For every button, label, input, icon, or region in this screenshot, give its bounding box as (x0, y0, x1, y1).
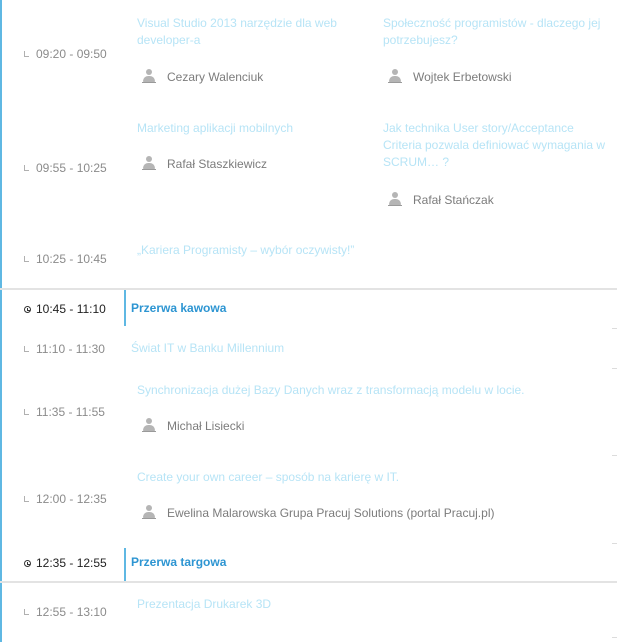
time-label: 12:55 - 13:10 (36, 605, 107, 619)
tick-icon (24, 51, 29, 57)
timeline-line (0, 0, 2, 642)
tick-icon (24, 496, 29, 502)
time-slot: 09:55 - 10:25 (24, 161, 124, 175)
session-title-link[interactable]: Prezentacja Drukarek 3D (137, 596, 437, 613)
speaker-name: Rafał Stańczak (413, 193, 494, 207)
time-label: 10:25 - 10:45 (36, 252, 107, 266)
divider (0, 581, 617, 583)
session-title-link[interactable]: Społeczność programistów - dlaczego jej … (383, 15, 608, 49)
divider (612, 543, 617, 544)
break-title: Przerwa targowa (131, 555, 227, 569)
session-title-link[interactable]: Synchronizacja dużej Bazy Danych wraz z … (137, 382, 597, 399)
time-slot: 12:55 - 13:10 (24, 605, 124, 619)
time-label: 09:55 - 10:25 (36, 161, 107, 175)
divider (612, 455, 617, 456)
speaker-name: Ewelina Malarowska Grupa Pracuj Solution… (167, 506, 495, 520)
person-icon (142, 505, 156, 519)
clock-icon (24, 560, 31, 567)
session-title-link[interactable]: „Kariera Programisty – wybór oczywisty!” (137, 242, 437, 259)
person-icon (388, 192, 402, 206)
person-icon (388, 69, 402, 83)
tick-icon (24, 609, 29, 615)
break-time: 10:45 - 11:10 (24, 302, 124, 316)
speaker-name: Michał Lisiecki (167, 419, 245, 433)
time-label: 11:10 - 11:30 (36, 342, 105, 356)
clock-icon (24, 306, 31, 313)
speaker-name: Rafał Staszkiewicz (167, 157, 268, 171)
speaker-name: Cezary Walenciuk (167, 70, 264, 84)
session-title-link[interactable]: Create your own career – sposób na karie… (137, 469, 537, 486)
time-slot: 11:10 - 11:30 (24, 342, 124, 356)
time-label: 11:35 - 11:55 (36, 405, 105, 419)
time-slot: 10:25 - 10:45 (24, 252, 124, 266)
person-icon (142, 418, 156, 432)
session-title-link[interactable]: Świat IT w Banku Millennium (131, 340, 431, 357)
session-title-link[interactable]: Visual Studio 2013 narzędzie dla web dev… (137, 15, 362, 49)
break-bar (124, 290, 126, 326)
divider (0, 288, 617, 290)
person-icon (142, 156, 156, 170)
time-label: 09:20 - 09:50 (36, 47, 107, 61)
session-title-link[interactable]: Jak technika User story/Acceptance Crite… (383, 120, 611, 171)
break-title: Przerwa kawowa (131, 301, 227, 315)
tick-icon (24, 409, 29, 415)
time-slot: 12:00 - 12:35 (24, 492, 124, 506)
time-label: 12:35 - 12:55 (36, 556, 107, 570)
time-slot: 09:20 - 09:50 (24, 47, 124, 61)
time-label: 12:00 - 12:35 (36, 492, 107, 506)
session-title-link[interactable]: Marketing aplikacji mobilnych (137, 120, 362, 137)
divider (612, 328, 617, 329)
time-slot: 11:35 - 11:55 (24, 405, 124, 419)
divider (612, 637, 617, 638)
tick-icon (24, 346, 29, 352)
person-icon (142, 69, 156, 83)
speaker-name: Wojtek Erbetowski (413, 70, 512, 84)
divider (612, 368, 617, 369)
tick-icon (24, 165, 29, 171)
time-label: 10:45 - 11:10 (36, 302, 106, 316)
tick-icon (24, 256, 29, 262)
break-time: 12:35 - 12:55 (24, 556, 124, 570)
break-bar (124, 548, 126, 581)
agenda-timeline: 09:20 - 09:50 Visual Studio 2013 narzędz… (0, 0, 617, 642)
